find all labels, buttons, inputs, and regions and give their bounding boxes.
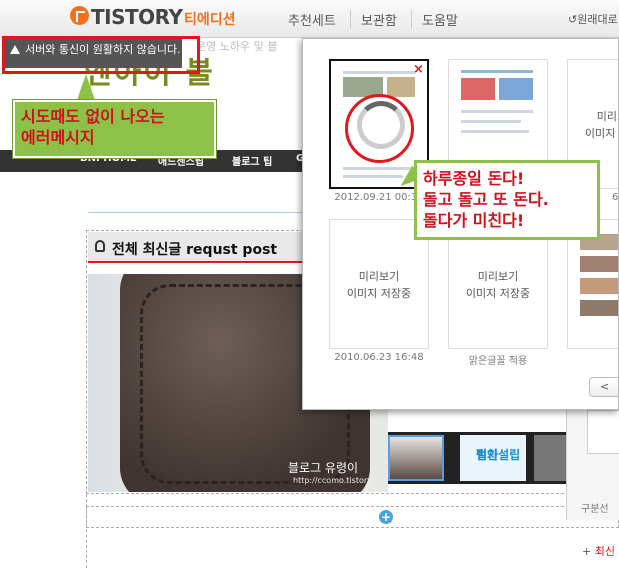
page-image [499,78,533,100]
error-highlight-box [2,36,200,74]
tistory-logo-icon [70,6,89,25]
side-thumbnail[interactable] [587,410,619,454]
page-image [580,300,618,316]
add-widget-button[interactable]: + [379,510,393,524]
restore-link[interactable]: ↺원래대로 [568,11,618,27]
error-annotation-line1: 시도때도 없이 나오는 [21,107,165,126]
close-icon[interactable]: × [413,62,424,77]
page-bar [461,120,521,123]
thumbnail-corp[interactable]: 법인설립 절차 [460,435,526,481]
photo-watermark: 블로그 유령이 [288,461,359,475]
prev-page-button[interactable]: < [589,377,618,397]
preview-placeholder-line1: 미리보기 [358,270,400,283]
photo-watermark-url: http://ccomo.tistory [293,476,372,485]
logo-text[interactable]: TISTORY [91,5,183,29]
preview-placeholder-line1: 미리보기 [477,270,519,283]
preview-placeholder-line2: 이미지 저장중 [465,287,531,300]
lock-icon [95,240,105,252]
top-bar: TISTORY 티에디션 추천세트 보관함 도움말 ↺원래대로 [0,0,619,38]
preview-caption-5: 맑은글꼴 적용 [468,356,528,367]
menu-storage[interactable]: 보관함 [349,10,407,29]
spinner-annotation-line3: 돌다가 미친다! [423,211,525,230]
page-bar [461,110,533,113]
thumbnail-third[interactable] [534,435,569,481]
preview-caption-4: 2010.06.23 16:48 [334,352,424,363]
preview-page-image [576,226,618,344]
edition-label: 티에디션 [184,12,236,28]
post-widget-title: 전체 최신글 requst post [112,242,278,258]
add-widget-frame [86,506,619,528]
spinner-annotation: 하루종일 돈다! 돌고 돌고 또 돈다. 돌다가 미친다! [414,160,600,240]
page-image [387,77,415,97]
preview-caption-6: 댓글수 [577,352,618,367]
preview-placeholder-line2: 이미지 저장중 [346,287,412,300]
restore-label: 원래대로 [577,13,618,26]
bottom-latest-link[interactable]: + 최신 [582,543,615,559]
nav-blog-tip[interactable]: 블로그 팁 [232,153,272,168]
top-menu: 추천세트 보관함 도움말 [288,10,468,29]
side-divider-label: 구분선 [581,504,609,515]
menu-help[interactable]: 도움말 [411,10,468,29]
annotation-arrow-up [77,74,95,100]
page-bar [461,70,533,73]
page-bar [343,71,415,74]
preview-placeholder-line1: 미리보기 [596,110,618,123]
spinner-highlight-circle [345,94,414,163]
menu-recommend-set[interactable]: 추천세트 [288,10,346,29]
frame-edge [86,494,87,568]
thumbnail-bag[interactable] [388,435,444,481]
error-annotation: 시도때도 없이 나오는 에러메시지 [12,99,217,159]
page-bar [343,167,415,170]
post-widget-header: 전체 최신글 requst post [88,232,303,263]
page-bar [343,175,403,178]
error-annotation-line2: 에러메시지 [21,128,95,147]
preview-placeholder-line2: 이미지 저장중 [584,127,618,140]
page-image [580,278,618,294]
bottom-latest-label: 최신 [594,545,615,558]
page-image [461,78,495,100]
page-image [580,256,618,272]
spinner-annotation-line1: 하루종일 돈다! [423,169,525,188]
spinner-annotation-line2: 돌고 돌고 또 돈다. [423,190,549,209]
page-bar [461,130,529,133]
